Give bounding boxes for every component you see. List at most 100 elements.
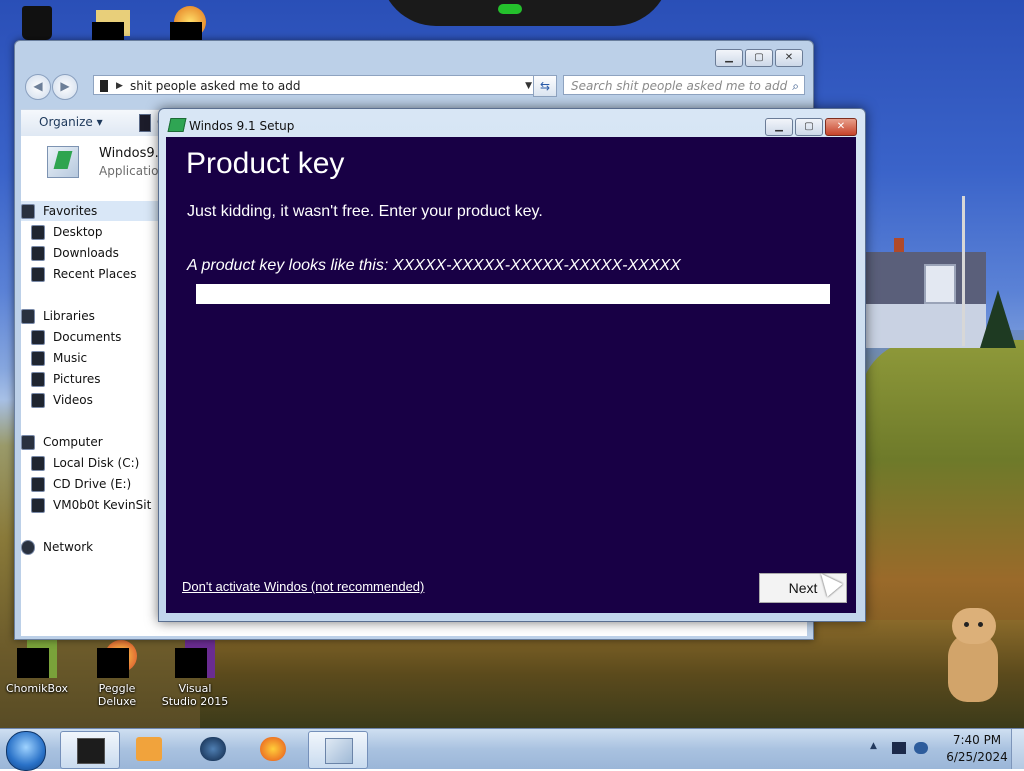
search-input[interactable]: Search shit people asked me to add ⌕ [563, 75, 805, 95]
address-bar[interactable]: ▶ shit people asked me to add ▼ [93, 75, 537, 95]
taskbar-setup[interactable] [308, 731, 368, 769]
taskbar-explorer[interactable] [60, 731, 120, 769]
sidebar-item-label: Pictures [53, 372, 101, 386]
sidebar-item-label: Recent Places [53, 267, 137, 281]
chomikbox-icon [17, 640, 57, 680]
show-hidden-icons-icon[interactable]: ▲ [870, 741, 877, 751]
folder-icon [77, 738, 105, 764]
sidebar-item-cd-drive[interactable]: CD Drive (E:) [31, 474, 131, 494]
tree [980, 290, 1016, 348]
sidebar-item-downloads[interactable]: Downloads [31, 243, 119, 263]
show-desktop-button[interactable] [1011, 729, 1024, 769]
sidebar-item-network-drive[interactable]: VM0b0t KevinSit [31, 495, 151, 515]
desktop-icon-label: Peggle Deluxe [97, 682, 137, 708]
desktop-icon-visual-studio[interactable]: Visual Studio 2015 [160, 640, 230, 708]
folder-icon[interactable] [90, 0, 130, 40]
sidebar-item-label: Favorites [43, 204, 98, 218]
product-key-input[interactable] [196, 284, 830, 304]
hamster [940, 606, 1004, 702]
sidebar-item-label: Music [53, 351, 88, 365]
page-title: Product key [186, 147, 345, 180]
flag-pole [962, 196, 965, 346]
sidebar-item-network[interactable]: Network [21, 537, 93, 557]
explorer-caption-buttons: ▁ ▢ ✕ [715, 49, 803, 67]
maximize-button[interactable]: ▢ [795, 118, 823, 136]
refresh-button[interactable]: ⇆ [533, 75, 557, 97]
globe-icon [200, 737, 226, 761]
sidebar-item-favorites[interactable]: Favorites [21, 201, 159, 221]
top-gadget [380, 0, 670, 26]
taskbar-firefox[interactable] [244, 731, 302, 767]
maximize-button[interactable]: ▢ [745, 49, 773, 67]
file-name: Windos9.e [99, 146, 167, 161]
taskbar: ▲ 7:40 PM 6/25/2024 [0, 728, 1024, 771]
network-status-icon[interactable] [914, 742, 928, 754]
sidebar-item-label: Local Disk (C:) [53, 456, 140, 470]
chevron-down-icon[interactable]: ▼ [525, 76, 532, 96]
organize-button[interactable]: Organize ▾ [39, 115, 103, 129]
back-button[interactable]: ◀ [25, 74, 51, 100]
setup-app-icon [325, 738, 353, 764]
sidebar-item-videos[interactable]: Videos [31, 390, 93, 410]
clock-time[interactable]: 7:40 PM [942, 733, 1012, 747]
sidebar-item-label: Desktop [53, 225, 103, 239]
recycle-bin-icon[interactable] [18, 0, 58, 40]
chevron-right-icon[interactable]: ▶ [116, 76, 123, 96]
sidebar-item-label: Documents [53, 330, 122, 344]
sidebar-item-pictures[interactable]: Pictures [31, 369, 101, 389]
peggle-icon [97, 640, 137, 680]
pictures-icon [31, 372, 45, 387]
system-tray: ▲ 7:40 PM 6/25/2024 [866, 729, 1024, 769]
sidebar-item-label: Libraries [43, 309, 95, 323]
hard-drive-icon [31, 456, 45, 471]
sidebar-item-label: Computer [43, 435, 103, 449]
sidebar-item-label: CD Drive (E:) [53, 477, 132, 491]
forward-button[interactable]: ▶ [52, 74, 78, 100]
sidebar-item-music[interactable]: Music [31, 348, 87, 368]
sidebar-item-label: Videos [53, 393, 93, 407]
start-button[interactable] [6, 731, 46, 771]
house [866, 238, 986, 348]
clock-date[interactable]: 6/25/2024 [942, 750, 1012, 764]
monitor-icon[interactable] [892, 742, 906, 754]
recent-places-icon [31, 267, 45, 282]
page-subtitle: Just kidding, it wasn't free. Enter your… [187, 203, 543, 220]
firefox-icon [260, 737, 286, 761]
taskbar-media-player[interactable] [120, 731, 178, 767]
setup-caption-buttons: ▁ ▢ ✕ [765, 118, 857, 136]
desktop-icon-peggle[interactable]: Peggle Deluxe [82, 640, 152, 708]
sidebar-item-documents[interactable]: Documents [31, 327, 121, 347]
music-icon [31, 351, 45, 366]
network-drive-icon [31, 498, 45, 513]
sidebar-item-computer[interactable]: Computer [21, 432, 103, 452]
sidebar-item-label: Downloads [53, 246, 119, 260]
cd-drive-icon [31, 477, 45, 492]
sidebar-item-desktop[interactable]: Desktop [31, 222, 103, 242]
file-type: Application [99, 164, 167, 178]
network-icon [21, 540, 35, 555]
close-button[interactable]: ✕ [825, 118, 857, 136]
videos-icon [31, 393, 45, 408]
media-icon[interactable] [168, 0, 208, 40]
open-icon[interactable] [139, 114, 151, 132]
sidebar-item-label: VM0b0t KevinSit [53, 498, 152, 512]
sidebar-item-recent-places[interactable]: Recent Places [31, 264, 136, 284]
computer-icon [21, 435, 35, 450]
star-icon [21, 204, 35, 219]
window-title: Windos 9.1 Setup [189, 119, 295, 133]
setup-body: Product key Just kidding, it wasn't free… [166, 137, 856, 613]
minimize-button[interactable]: ▁ [715, 49, 743, 67]
desktop-icon-chomikbox[interactable]: ChomikBox [2, 640, 72, 695]
product-key-hint: A product key looks like this: XXXXX-XXX… [187, 257, 681, 274]
sidebar-item-libraries[interactable]: Libraries [21, 306, 95, 326]
close-button[interactable]: ✕ [775, 49, 803, 67]
media-player-icon [136, 737, 162, 761]
minimize-button[interactable]: ▁ [765, 118, 793, 136]
taskbar-globe[interactable] [184, 731, 242, 767]
sidebar-item-local-disk[interactable]: Local Disk (C:) [31, 453, 139, 473]
dont-activate-link[interactable]: Don't activate Windos (not recommended) [182, 579, 424, 594]
visual-studio-icon [175, 640, 215, 680]
downloads-icon [31, 246, 45, 261]
setup-window[interactable]: Windos 9.1 Setup ▁ ▢ ✕ Product key Just … [158, 108, 866, 622]
desktop-icon [31, 225, 45, 240]
